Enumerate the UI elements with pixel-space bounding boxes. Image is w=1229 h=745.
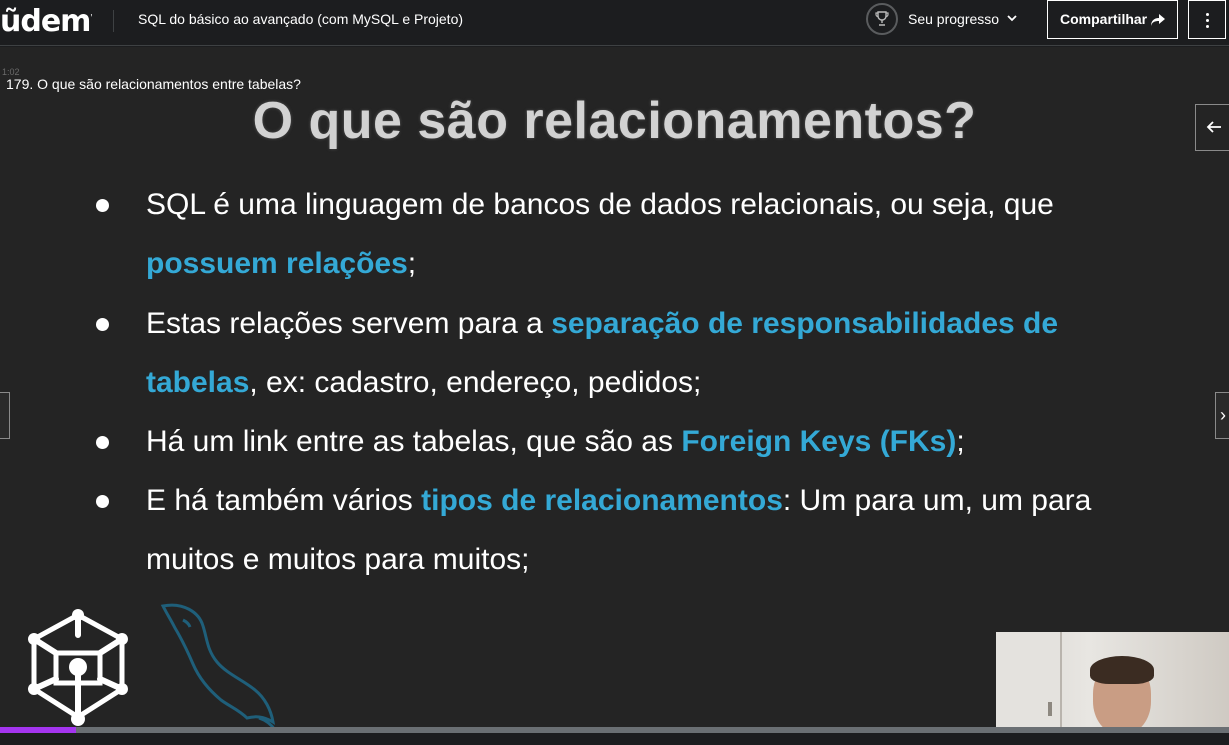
share-arrow-icon [1151, 14, 1165, 26]
bullet-text: Estas relações servem para a [146, 307, 552, 340]
slide-bullet: Há um link entre as tabelas, que são as … [96, 412, 1136, 471]
bullet-text: : Um para um, um para [782, 484, 1092, 517]
slide-bullet: E há também vários tipos de relacionamen… [96, 471, 1136, 589]
share-button[interactable]: Compartilhar [1047, 0, 1178, 39]
webcam-door-handle [1048, 702, 1052, 716]
bullet-text: , ex: cadastro, endereço, pedidos; [249, 366, 702, 399]
next-lecture-button[interactable]: › [1215, 392, 1229, 439]
share-button-label: Compartilhar [1060, 11, 1148, 27]
bullet-text: ; [956, 425, 965, 458]
bullet-highlight: tabelas [146, 366, 250, 399]
trophy-icon[interactable] [866, 3, 898, 35]
slide-title: O que são relacionamentos? [252, 92, 977, 150]
progress-label[interactable]: Seu progresso [908, 11, 999, 27]
bullet-text: ; [407, 247, 417, 280]
lecture-title: 179. O que são relacionamentos entre tab… [6, 76, 301, 92]
player-bottom-strip [0, 733, 1229, 745]
udemy-logo[interactable]: ũdemy [0, 2, 92, 42]
bullet-highlight: separação de responsabilidades de [551, 307, 1059, 340]
bullet-text: SQL é uma linguagem de bancos de dados r… [146, 188, 1054, 221]
bullet-dot [96, 436, 109, 449]
arrow-left-icon [1206, 121, 1221, 133]
bullet-dot [96, 495, 109, 508]
more-vertical-icon[interactable] [1188, 0, 1226, 39]
slide-bullet: Estas relações servem para a separação d… [96, 294, 1136, 412]
video-player[interactable]: 1:02 179. O que são relacionamentos entr… [0, 47, 1229, 745]
database-graph-logo-icon [28, 609, 128, 726]
bullet-text: E há também vários [146, 484, 422, 517]
instructor-hair [1090, 656, 1154, 684]
bullet-dot [96, 199, 109, 212]
bullet-text: muitos e muitos para muitos; [146, 543, 530, 576]
chevron-down-icon[interactable] [1006, 13, 1018, 23]
course-title[interactable]: SQL do básico ao avançado (com MySQL e P… [138, 11, 463, 27]
slide-bullet: SQL é uma linguagem de bancos de dados r… [96, 175, 1136, 293]
header-divider [113, 10, 114, 32]
bullet-text: Há um link entre as tabelas, que são as [146, 425, 682, 458]
bullet-highlight: possuem relações [146, 247, 408, 280]
expand-sidebar-button[interactable] [1195, 104, 1229, 151]
bullet-highlight: tipos de relacionamentos [421, 484, 783, 517]
top-bar: ũdemy SQL do básico ao avançado (com MyS… [0, 0, 1229, 46]
bullet-highlight: Foreign Keys (FKs) [681, 425, 957, 458]
mysql-dolphin-icon [160, 603, 277, 731]
bullet-dot [96, 318, 109, 331]
previous-lecture-button[interactable] [0, 392, 10, 439]
